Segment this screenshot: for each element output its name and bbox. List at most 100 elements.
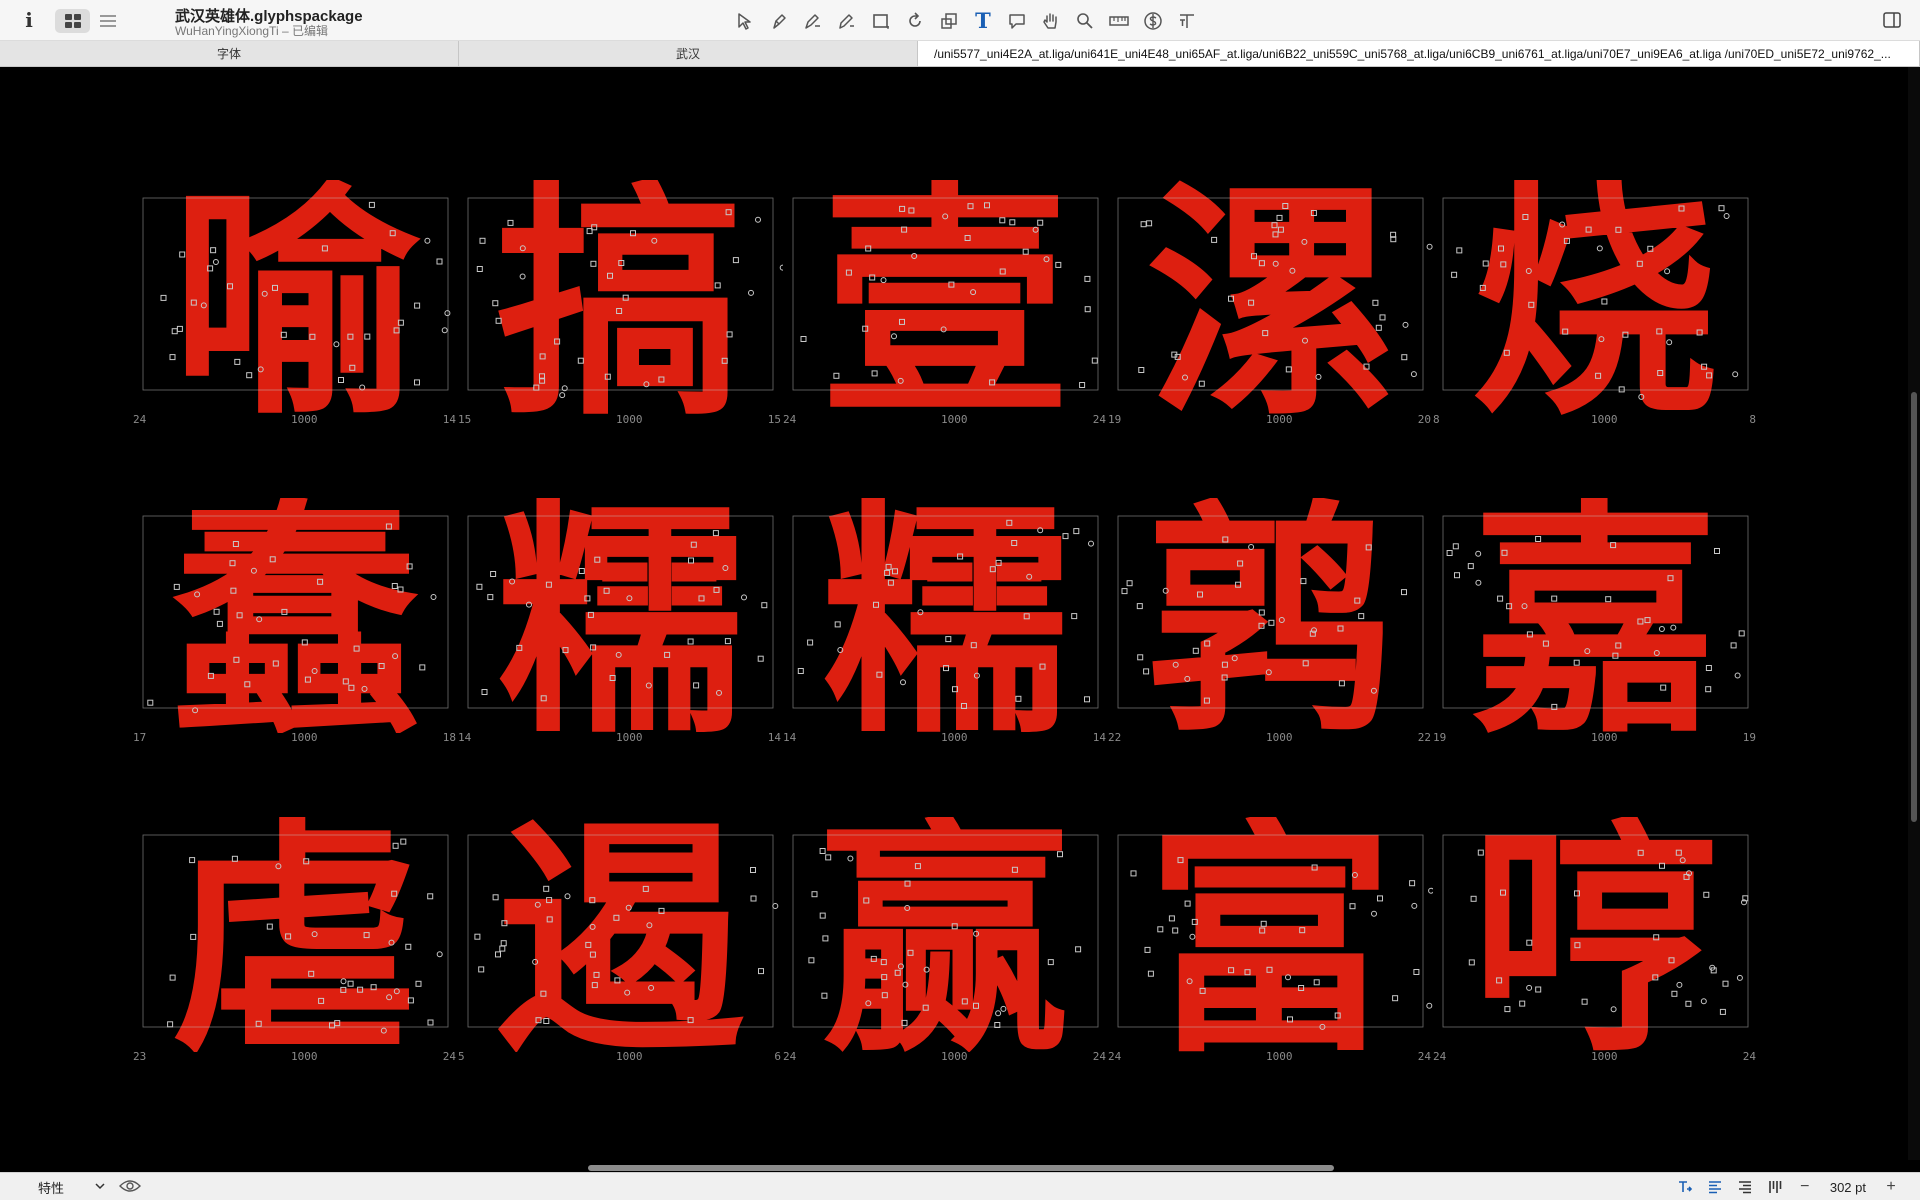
lsb-value: 24 [1108, 1050, 1122, 1063]
outline-node [1073, 528, 1080, 535]
tab-font[interactable]: 字体 [0, 41, 459, 66]
outline-node [1075, 946, 1082, 953]
lsb-value: 5 [458, 1050, 465, 1063]
text-tool-icon[interactable]: T [966, 6, 1000, 36]
advance-width: 1000 [1591, 1050, 1618, 1063]
advance-width: 1000 [616, 731, 643, 744]
rsb-value: 24 [1092, 413, 1106, 426]
zoom-icon[interactable] [1068, 6, 1102, 36]
glyph-cell[interactable]: 鹑 22 1000 22 [1108, 498, 1433, 744]
draw-icon[interactable] [762, 6, 796, 36]
handle-node [772, 903, 779, 909]
advance-width: 1000 [1266, 1050, 1293, 1063]
info-icon[interactable]: i [20, 8, 38, 32]
scale-icon[interactable] [932, 6, 966, 36]
handle-node [1723, 213, 1730, 219]
align-left-icon[interactable] [1700, 1176, 1730, 1198]
lsb-value: 19 [1108, 413, 1122, 426]
advance-width: 1000 [291, 413, 318, 426]
glyph-cell[interactable]: 糯 14 1000 14 [783, 498, 1108, 744]
glyph-cell[interactable]: 赢 24 1000 24 [783, 817, 1108, 1063]
glyph-char: 糯 [496, 498, 744, 733]
edit-canvas[interactable]: 喻 24 1000 14 搞 15 1000 15 壹 24 1000 24 漯 19 1000 20 … [0, 67, 1908, 1160]
chevron-down-icon[interactable] [95, 1181, 105, 1191]
glyph-outline: 哼 [1442, 817, 1749, 1052]
glyph-cell[interactable]: 壹 24 1000 24 [783, 180, 1108, 426]
horizontal-scrollbar[interactable] [588, 1165, 1334, 1171]
vertical-text-icon[interactable] [1760, 1176, 1790, 1198]
handle-node [436, 951, 443, 958]
attributes-popup[interactable]: 特性 [38, 1178, 64, 1197]
outline-node [1451, 271, 1458, 278]
outline-node [1130, 870, 1137, 877]
glyph-row-2: 蠢 17 1000 18 糯 14 1000 14 糯 14 1000 14 鹑 22 1000 22 … [133, 498, 1758, 744]
toolbar: i 武汉英雄体.glyphspackage WuHanYingXiongTi –… [0, 0, 1920, 41]
glyph-cell[interactable]: 烧 8 1000 8 [1433, 180, 1758, 426]
dollar-icon[interactable] [1136, 6, 1170, 36]
glyph-char: 赢 [821, 817, 1069, 1052]
glyph-cell[interactable]: 嘉 19 1000 19 [1433, 498, 1758, 744]
outline-node [808, 957, 815, 964]
glyph-char: 虐 [171, 817, 419, 1052]
pencil-icon[interactable] [830, 6, 864, 36]
measure-icon[interactable] [1102, 6, 1136, 36]
handle-node [1411, 902, 1418, 909]
tab-wuhan[interactable]: 武汉 [459, 41, 918, 66]
outline-node [476, 583, 483, 590]
glyph-cell[interactable]: 糯 14 1000 14 [458, 498, 783, 744]
pen-icon[interactable] [796, 6, 830, 36]
rotate-icon[interactable] [898, 6, 932, 36]
glyph-outline: 糯 [467, 498, 774, 733]
glyph-outline: 糯 [792, 498, 1099, 733]
sidebar-toggle-icon[interactable] [1882, 10, 1902, 30]
glyph-cell[interactable]: 虐 23 1000 24 [133, 817, 458, 1063]
outline-node [761, 602, 768, 609]
outline-node [481, 689, 488, 695]
hand-icon[interactable] [1034, 6, 1068, 36]
tab-liga-text[interactable]: /uni5577_uni4E2A_at.liga/uni641E_uni4E48… [918, 41, 1920, 66]
rsb-value: 15 [767, 413, 781, 426]
zoom-out-button[interactable]: − [1790, 1176, 1820, 1198]
glyph-cell[interactable]: 富 24 1000 24 [1108, 817, 1433, 1063]
outline-node [1138, 367, 1145, 373]
zoom-in-button[interactable]: + [1876, 1176, 1906, 1198]
outline-node [1079, 382, 1086, 388]
glyph-char: 遏 [496, 817, 744, 1052]
zoom-level[interactable]: 302 pt [1820, 1180, 1876, 1195]
rsb-value: 19 [1742, 731, 1756, 744]
align-right-icon[interactable] [1730, 1176, 1760, 1198]
glyph-cell[interactable]: 搞 15 1000 15 [458, 180, 783, 426]
view-mode-switcher [55, 9, 125, 33]
vertical-scroll-thumb[interactable] [1911, 392, 1917, 822]
rsb-value: 8 [1749, 413, 1756, 426]
handle-node [444, 310, 451, 317]
outline-node [436, 258, 443, 265]
annotation-icon[interactable] [1000, 6, 1034, 36]
tool-palette: T [728, 6, 1204, 36]
rsb-value: 24 [1092, 1050, 1106, 1063]
grid-view-icon[interactable] [55, 9, 90, 33]
glyph-cell[interactable]: 遏 5 1000 6 [458, 817, 783, 1063]
lsb-value: 19 [1433, 731, 1447, 744]
advance-width: 1000 [291, 1050, 318, 1063]
text-direction-icon[interactable] [1670, 1176, 1700, 1198]
outline-node [811, 891, 818, 898]
text-metrics-icon[interactable] [1170, 6, 1204, 36]
lsb-value: 24 [783, 1050, 797, 1063]
advance-width: 1000 [616, 1050, 643, 1063]
glyph-char: 富 [1146, 817, 1394, 1052]
outline-node [797, 668, 804, 674]
rectangle-icon[interactable] [864, 6, 898, 36]
glyph-cell[interactable]: 蠢 17 1000 18 [133, 498, 458, 744]
glyph-cell[interactable]: 喻 24 1000 14 [133, 180, 458, 426]
vertical-scrollbar[interactable] [1908, 67, 1920, 1160]
select-icon[interactable] [728, 6, 762, 36]
list-view-icon[interactable] [90, 9, 125, 33]
rsb-value: 14 [1092, 731, 1106, 744]
glyph-cell[interactable]: 漯 19 1000 20 [1108, 180, 1433, 426]
glyph-cell[interactable]: 哼 24 1000 24 [1433, 817, 1758, 1063]
eye-icon[interactable] [119, 1178, 141, 1194]
outline-node [1136, 603, 1143, 610]
outline-node [474, 933, 481, 940]
outline-node [750, 895, 757, 902]
